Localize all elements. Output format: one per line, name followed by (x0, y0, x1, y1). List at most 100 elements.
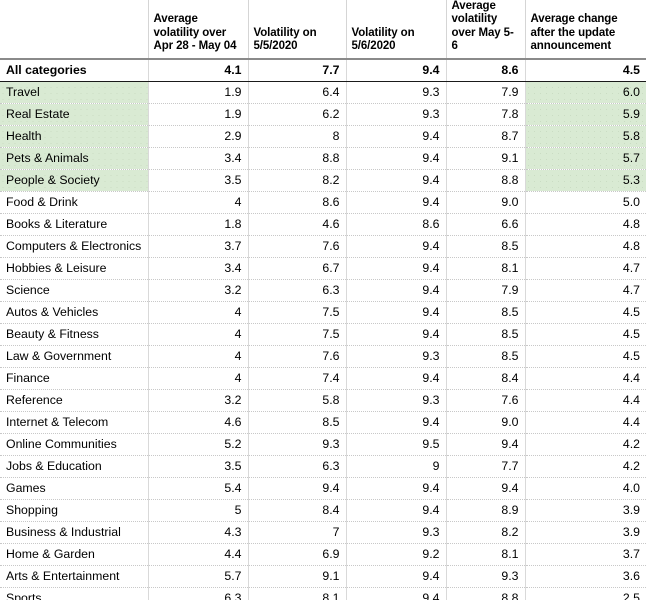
cell-value-col4[interactable]: 9.1 (446, 147, 526, 170)
cell-value-col3[interactable]: 9.4 (346, 257, 447, 280)
cell-category-label[interactable]: Online Communities (0, 433, 149, 456)
table-row[interactable]: Real Estate 1.9 6.2 9.3 7.8 5.9 (0, 103, 646, 126)
cell-value-col1[interactable]: 4.6 (148, 411, 249, 434)
cell-value-col5[interactable]: 6.0 (525, 81, 646, 104)
cell-category-label[interactable]: People & Society (0, 169, 149, 192)
cell-value-col2[interactable]: 8.2 (248, 169, 347, 192)
cell-category-label[interactable]: Law & Government (0, 345, 149, 368)
cell-value-col4[interactable]: 8.7 (446, 125, 526, 148)
cell-category-label[interactable]: Games (0, 477, 149, 500)
cell-value-col1[interactable]: 2.9 (148, 125, 249, 148)
cell-category-label[interactable]: Computers & Electronics (0, 235, 149, 258)
cell-value-col4[interactable]: 8.9 (446, 499, 526, 522)
cell-value-col5[interactable]: 4.5 (525, 58, 646, 82)
cell-value-col4[interactable]: 7.7 (446, 455, 526, 478)
cell-value-col5[interactable]: 3.6 (525, 565, 646, 588)
cell-value-col5[interactable]: 4.5 (525, 301, 646, 324)
table-row[interactable]: Games 5.4 9.4 9.4 9.4 4.0 (0, 477, 646, 500)
cell-value-col5[interactable]: 4.8 (525, 213, 646, 236)
cell-category-label[interactable]: Arts & Entertainment (0, 565, 149, 588)
cell-value-col4[interactable]: 7.9 (446, 279, 526, 302)
cell-category-label[interactable]: Reference (0, 389, 149, 412)
cell-category-label[interactable]: Books & Literature (0, 213, 149, 236)
cell-value-col3[interactable]: 9.4 (346, 125, 447, 148)
table-row[interactable]: Hobbies & Leisure 3.4 6.7 9.4 8.1 4.7 (0, 257, 646, 280)
table-row[interactable]: Science 3.2 6.3 9.4 7.9 4.7 (0, 279, 646, 302)
cell-value-col5[interactable]: 5.8 (525, 125, 646, 148)
cell-value-col3[interactable]: 9.4 (346, 565, 447, 588)
table-row[interactable]: Reference 3.2 5.8 9.3 7.6 4.4 (0, 389, 646, 412)
cell-category-label[interactable]: Autos & Vehicles (0, 301, 149, 324)
cell-value-col4[interactable]: 8.8 (446, 587, 526, 600)
cell-category-label[interactable]: Jobs & Education (0, 455, 149, 478)
table-row[interactable]: Home & Garden 4.4 6.9 9.2 8.1 3.7 (0, 543, 646, 566)
cell-value-col2[interactable]: 6.3 (248, 455, 347, 478)
cell-value-col5[interactable]: 5.3 (525, 169, 646, 192)
cell-value-col5[interactable]: 4.7 (525, 279, 646, 302)
cell-category-label[interactable]: Real Estate (0, 103, 149, 126)
cell-value-col2[interactable]: 8 (248, 125, 347, 148)
cell-value-col4[interactable]: 7.6 (446, 389, 526, 412)
cell-value-col1[interactable]: 5.2 (148, 433, 249, 456)
cell-value-col3[interactable]: 9.3 (346, 345, 447, 368)
cell-value-col2[interactable]: 8.1 (248, 587, 347, 600)
cell-value-col1[interactable]: 4 (148, 191, 249, 214)
table-row[interactable]: Travel 1.9 6.4 9.3 7.9 6.0 (0, 81, 646, 104)
cell-value-col4[interactable]: 9.3 (446, 565, 526, 588)
cell-value-col5[interactable]: 4.2 (525, 455, 646, 478)
cell-category-label[interactable]: Shopping (0, 499, 149, 522)
cell-value-col2[interactable]: 7.7 (248, 58, 347, 82)
cell-value-col2[interactable]: 6.7 (248, 257, 347, 280)
cell-value-col3[interactable]: 9.4 (346, 191, 447, 214)
table-row[interactable]: Computers & Electronics 3.7 7.6 9.4 8.5 4.8 (0, 235, 646, 258)
cell-value-col4[interactable]: 9.0 (446, 191, 526, 214)
cell-value-col4[interactable]: 7.9 (446, 81, 526, 104)
cell-value-col2[interactable]: 5.8 (248, 389, 347, 412)
cell-value-col3[interactable]: 9.4 (346, 235, 447, 258)
cell-value-col3[interactable]: 9 (346, 455, 447, 478)
cell-category-label[interactable]: Pets & Animals (0, 147, 149, 170)
cell-value-col5[interactable]: 5.7 (525, 147, 646, 170)
cell-value-col3[interactable]: 9.2 (346, 543, 447, 566)
cell-value-col4[interactable]: 8.2 (446, 521, 526, 544)
cell-category-label[interactable]: Science (0, 279, 149, 302)
cell-value-col1[interactable]: 6.3 (148, 587, 249, 600)
cell-value-col5[interactable]: 4.4 (525, 411, 646, 434)
cell-value-col1[interactable]: 4 (148, 301, 249, 324)
cell-value-col2[interactable]: 7.5 (248, 323, 347, 346)
cell-value-col5[interactable]: 4.5 (525, 323, 646, 346)
table-row[interactable]: Autos & Vehicles 4 7.5 9.4 8.5 4.5 (0, 301, 646, 324)
cell-value-col2[interactable]: 7.5 (248, 301, 347, 324)
cell-category-label[interactable]: Food & Drink (0, 191, 149, 214)
cell-value-col1[interactable]: 3.2 (148, 279, 249, 302)
cell-value-col5[interactable]: 4.4 (525, 367, 646, 390)
cell-value-col2[interactable]: 6.2 (248, 103, 347, 126)
cell-value-col5[interactable]: 5.0 (525, 191, 646, 214)
cell-value-col2[interactable]: 6.3 (248, 279, 347, 302)
cell-value-col3[interactable]: 9.4 (346, 477, 447, 500)
cell-value-col4[interactable]: 8.1 (446, 257, 526, 280)
cell-value-col1[interactable]: 3.4 (148, 147, 249, 170)
cell-value-col4[interactable]: 8.1 (446, 543, 526, 566)
cell-value-col1[interactable]: 4 (148, 323, 249, 346)
cell-value-col2[interactable]: 4.6 (248, 213, 347, 236)
cell-value-col1[interactable]: 3.5 (148, 169, 249, 192)
table-row[interactable]: Shopping 5 8.4 9.4 8.9 3.9 (0, 499, 646, 522)
table-row[interactable]: Food & Drink 4 8.6 9.4 9.0 5.0 (0, 191, 646, 214)
cell-value-col3[interactable]: 9.4 (346, 58, 447, 82)
table-row[interactable]: Beauty & Fitness 4 7.5 9.4 8.5 4.5 (0, 323, 646, 346)
cell-value-col1[interactable]: 3.5 (148, 455, 249, 478)
cell-value-col3[interactable]: 9.4 (346, 499, 447, 522)
cell-value-col4[interactable]: 8.8 (446, 169, 526, 192)
table-row[interactable]: Health 2.9 8 9.4 8.7 5.8 (0, 125, 646, 148)
cell-value-col3[interactable]: 9.4 (346, 323, 447, 346)
cell-value-col2[interactable]: 6.9 (248, 543, 347, 566)
cell-value-col3[interactable]: 9.3 (346, 389, 447, 412)
cell-value-col5[interactable]: 3.7 (525, 543, 646, 566)
cell-value-col4[interactable]: 7.8 (446, 103, 526, 126)
cell-value-col3[interactable]: 9.4 (346, 367, 447, 390)
cell-value-col2[interactable]: 7.6 (248, 235, 347, 258)
table-row[interactable]: Online Communities 5.2 9.3 9.5 9.4 4.2 (0, 433, 646, 456)
cell-category-label[interactable]: Travel (0, 81, 149, 104)
cell-value-col4[interactable]: 8.6 (446, 58, 526, 82)
